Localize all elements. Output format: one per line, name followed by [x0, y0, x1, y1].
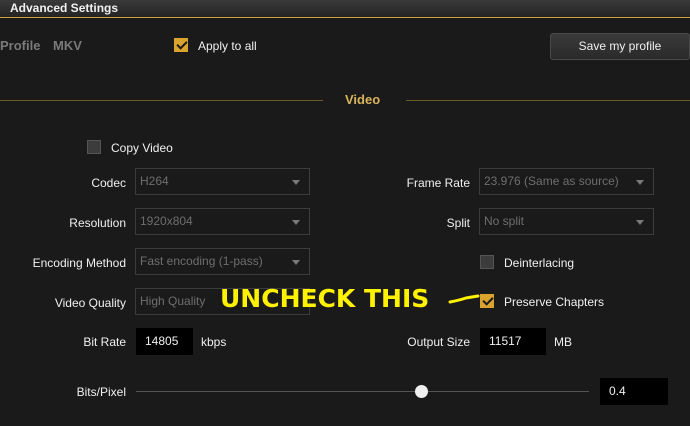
section-title: Video — [345, 92, 381, 107]
bits-pixel-label: Bits/Pixel — [76, 385, 126, 399]
codec-label: Codec — [91, 176, 126, 190]
save-profile-button[interactable]: Save my profile — [550, 33, 690, 60]
deinterlacing-label: Deinterlacing — [504, 256, 575, 270]
resolution-value: 1920x804 — [140, 214, 193, 228]
annotation-arrow — [448, 294, 480, 304]
resolution-select[interactable]: 1920x804 — [135, 208, 310, 235]
preserve-chapters-checkbox[interactable] — [480, 294, 494, 308]
bits-pixel-input[interactable]: 0.4 — [600, 378, 668, 405]
encoding-method-label: Encoding Method — [32, 256, 126, 270]
output-size-input[interactable]: 11517 — [480, 328, 546, 355]
bit-rate-label: Bit Rate — [83, 335, 126, 349]
chevron-down-icon — [292, 220, 300, 225]
bit-rate-input[interactable]: 14805 — [136, 328, 193, 355]
title-bar: Advanced Settings — [0, 0, 690, 18]
split-select[interactable]: No split — [479, 208, 654, 235]
video-quality-value: High Quality — [140, 294, 206, 308]
apply-to-all-label: Apply to all — [198, 39, 257, 53]
output-size-unit: MB — [554, 335, 572, 349]
bits-pixel-slider-track[interactable] — [136, 391, 589, 392]
annotation-text: UNCHECK THIS — [220, 284, 430, 313]
copy-video-label: Copy Video — [111, 141, 173, 155]
copy-video-checkbox[interactable] — [87, 140, 101, 154]
resolution-label: Resolution — [69, 216, 126, 230]
frame-rate-select[interactable]: 23.976 (Same as source) — [479, 168, 654, 195]
video-quality-label: Video Quality — [54, 296, 126, 310]
split-value: No split — [484, 214, 525, 228]
section-divider-right — [406, 100, 690, 101]
bit-rate-unit: kbps — [201, 335, 227, 349]
chevron-down-icon — [636, 180, 644, 185]
codec-select[interactable]: H264 — [135, 168, 310, 195]
encoding-method-select[interactable]: Fast encoding (1-pass) — [135, 248, 310, 275]
chevron-down-icon — [292, 260, 300, 265]
preserve-chapters-label: Preserve Chapters — [504, 295, 605, 309]
profile-name: MKV — [53, 38, 82, 53]
output-size-label: Output Size — [407, 335, 470, 349]
codec-value: H264 — [140, 174, 169, 188]
section-divider-left — [0, 100, 323, 101]
deinterlacing-checkbox[interactable] — [480, 255, 494, 269]
apply-to-all-checkbox[interactable] — [174, 38, 188, 52]
frame-rate-value: 23.976 (Same as source) — [484, 174, 619, 188]
split-label: Split — [446, 216, 470, 230]
profile-label: Profile — [0, 38, 41, 53]
window-title: Advanced Settings — [10, 1, 119, 15]
encoding-method-value: Fast encoding (1-pass) — [140, 254, 263, 268]
frame-rate-label: Frame Rate — [406, 176, 470, 190]
chevron-down-icon — [292, 180, 300, 185]
bits-pixel-slider-thumb[interactable] — [414, 385, 428, 398]
chevron-down-icon — [636, 220, 644, 225]
